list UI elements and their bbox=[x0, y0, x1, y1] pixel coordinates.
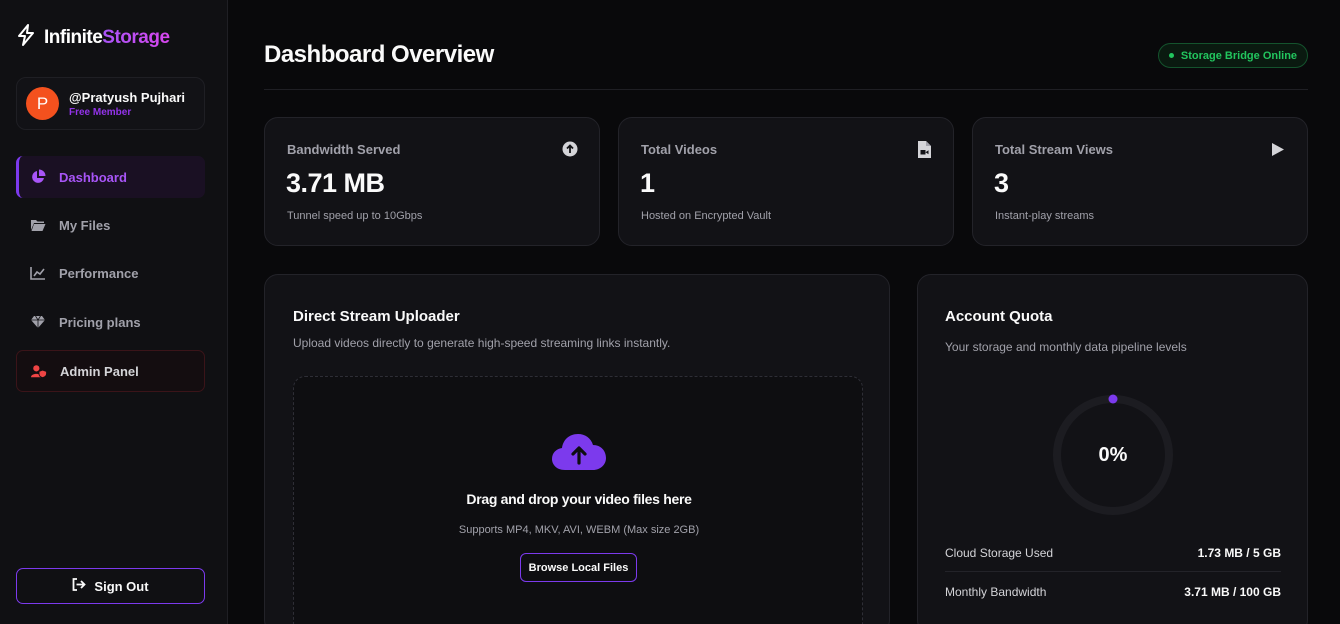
quota-row-label: Cloud Storage Used bbox=[945, 546, 1054, 560]
pie-chart-icon bbox=[30, 169, 46, 185]
quota-row-value: 3.71 MB / 100 GB bbox=[1184, 585, 1281, 599]
sidebar-item-pricing-plans[interactable]: Pricing plans bbox=[16, 301, 205, 343]
sidebar-item-label: Dashboard bbox=[59, 169, 127, 185]
quota-description: Your storage and monthly data pipeline l… bbox=[945, 340, 1187, 354]
sidebar: InfiniteStorage P @Pratyush Pujhari Free… bbox=[0, 0, 228, 624]
sidebar-item-admin-panel[interactable]: Admin Panel bbox=[16, 350, 205, 392]
folder-icon bbox=[30, 217, 46, 233]
page-title: Dashboard Overview bbox=[264, 41, 494, 68]
status-text: Storage Bridge Online bbox=[1180, 49, 1298, 62]
status-badge: Storage Bridge Online bbox=[1158, 43, 1308, 68]
sign-out-button[interactable]: Sign Out bbox=[16, 568, 205, 604]
user-profile-card[interactable]: P @Pratyush Pujhari Free Member bbox=[16, 77, 205, 130]
stat-sub: Hosted on Encrypted Vault bbox=[641, 210, 772, 222]
account-quota-card: Account Quota Your storage and monthly d… bbox=[917, 274, 1308, 624]
quota-row-divider bbox=[945, 571, 1281, 572]
play-icon bbox=[1269, 140, 1287, 158]
sidebar-item-my-files[interactable]: My Files bbox=[16, 204, 205, 246]
stat-card-bandwidth: Bandwidth Served 3.71 MB Tunnel speed up… bbox=[264, 117, 600, 246]
file-video-icon bbox=[915, 140, 933, 158]
sidebar-item-label: Performance bbox=[59, 265, 139, 281]
quota-row-value: 1.73 MB / 5 GB bbox=[1197, 546, 1281, 560]
avatar: P bbox=[26, 87, 59, 120]
sidebar-item-label: Admin Panel bbox=[60, 363, 139, 379]
sidebar-item-label: My Files bbox=[59, 217, 111, 233]
browse-files-button[interactable]: Browse Local Files bbox=[520, 553, 637, 582]
quota-row-storage: Cloud Storage Used 1.73 MB / 5 GB bbox=[945, 534, 1281, 572]
gem-icon bbox=[30, 314, 46, 330]
logo[interactable]: InfiniteStorage bbox=[16, 24, 170, 51]
quota-row-label: Monthly Bandwidth bbox=[945, 585, 1047, 599]
sidebar-item-dashboard[interactable]: Dashboard bbox=[16, 156, 205, 198]
sidebar-item-label: Pricing plans bbox=[59, 314, 141, 330]
stat-sub: Instant-play streams bbox=[995, 210, 1095, 222]
stat-value: 3.71 MB bbox=[286, 168, 385, 198]
line-chart-icon bbox=[30, 265, 46, 281]
stat-sub: Tunnel speed up to 10Gbps bbox=[287, 210, 423, 222]
dropzone-title: Drag and drop your video files here bbox=[466, 491, 692, 507]
membership-badge: Free Member bbox=[69, 106, 132, 118]
quota-percent: 0% bbox=[1098, 443, 1128, 466]
sign-out-icon bbox=[72, 578, 87, 594]
stat-label: Total Videos bbox=[641, 142, 718, 157]
quota-row-bandwidth: Monthly Bandwidth 3.71 MB / 100 GB bbox=[945, 573, 1281, 611]
stat-label: Total Stream Views bbox=[995, 142, 1114, 157]
logo-text: InfiniteStorage bbox=[44, 27, 170, 49]
stat-card-views: Total Stream Views 3 Instant-play stream… bbox=[972, 117, 1308, 246]
user-name: @Pratyush Pujhari bbox=[69, 89, 185, 105]
quota-title: Account Quota bbox=[945, 308, 1053, 325]
status-dot-icon bbox=[1168, 53, 1174, 58]
stat-value: 1 bbox=[640, 168, 655, 198]
file-dropzone[interactable]: Drag and drop your video files here Supp… bbox=[293, 376, 863, 624]
user-shield-icon bbox=[31, 363, 47, 379]
uploader-card: Direct Stream Uploader Upload videos dir… bbox=[264, 274, 890, 624]
uploader-description: Upload videos directly to generate high-… bbox=[293, 336, 671, 350]
bolt-icon bbox=[16, 24, 36, 51]
uploader-title: Direct Stream Uploader bbox=[293, 308, 460, 325]
sign-out-label: Sign Out bbox=[94, 578, 149, 594]
arrow-up-circle-icon bbox=[561, 140, 579, 158]
cloud-upload-icon bbox=[551, 432, 607, 477]
stat-label: Bandwidth Served bbox=[287, 142, 401, 157]
stat-value: 3 bbox=[994, 168, 1009, 198]
logo-text-primary: Infinite bbox=[44, 26, 103, 48]
stat-card-videos: Total Videos 1 Hosted on Encrypted Vault bbox=[618, 117, 954, 246]
logo-text-secondary: Storage bbox=[102, 26, 170, 48]
dropzone-subtitle: Supports MP4, MKV, AVI, WEBM (Max size 2… bbox=[458, 524, 700, 536]
header-divider bbox=[264, 89, 1308, 90]
sidebar-item-performance[interactable]: Performance bbox=[16, 252, 205, 294]
